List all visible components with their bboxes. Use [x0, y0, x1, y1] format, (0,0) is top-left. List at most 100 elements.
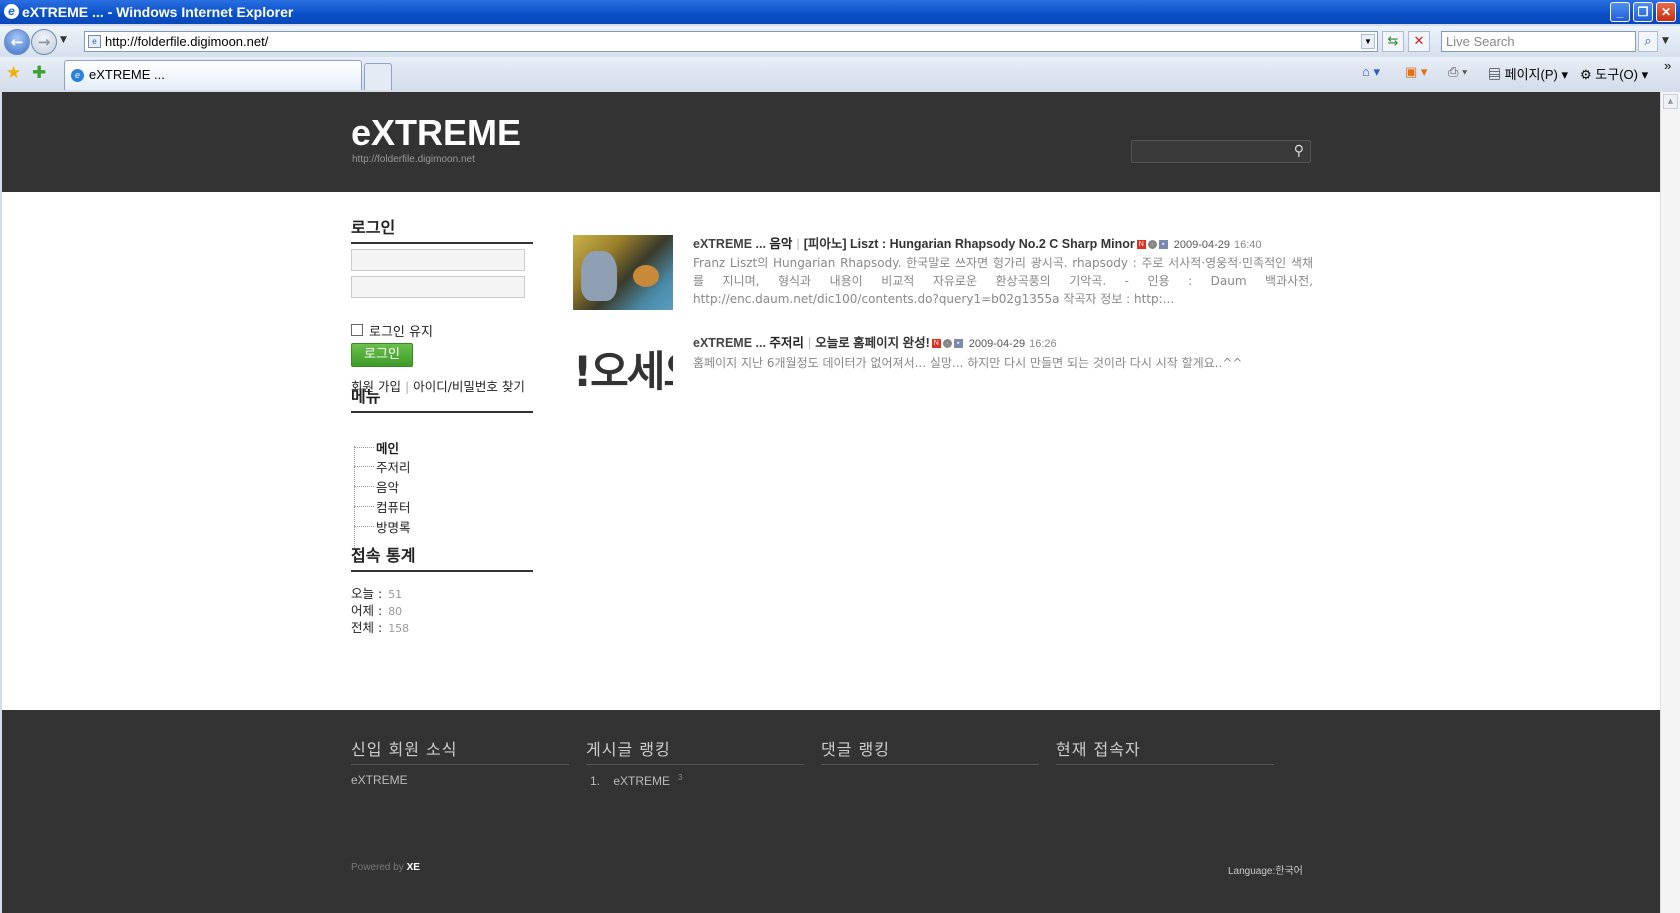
- post-category[interactable]: 음악: [769, 237, 792, 251]
- image-attached-icon: ·: [1147, 240, 1157, 250]
- post-date: 2009-04-29: [968, 338, 1026, 350]
- new-tab-button[interactable]: [364, 63, 392, 90]
- powered-prefix: Powered by: [351, 862, 404, 873]
- page-menu-icon: ▤: [1488, 67, 1505, 82]
- title-bar: e eXTREME ... - Windows Internet Explore…: [0, 0, 1680, 24]
- ie-icon: e: [4, 4, 19, 19]
- cartoon-cat-shape: [581, 251, 617, 301]
- post-title-link[interactable]: 오늘로 홈페이지 완성!: [815, 336, 930, 350]
- site-search-input[interactable]: ⚲: [1131, 140, 1311, 163]
- minimize-button[interactable]: _: [1610, 2, 1630, 22]
- back-button[interactable]: ←: [4, 29, 30, 55]
- print-icon[interactable]: ⎙ ▾: [1448, 64, 1467, 80]
- scroll-up-icon[interactable]: ▲: [1663, 94, 1678, 109]
- post-time: 16:40: [1234, 239, 1262, 251]
- online-users-title: 현재 접속자: [1056, 736, 1274, 765]
- post-thumbnail[interactable]: !오세오: [573, 334, 673, 409]
- tab-label: eXTREME ...: [89, 67, 165, 82]
- post-thumbnail[interactable]: [573, 235, 673, 310]
- rank-count: 3: [678, 773, 683, 782]
- post-date: 2009-04-29: [1173, 239, 1231, 251]
- site-title[interactable]: eXTREME: [351, 112, 521, 154]
- thumbnail-text: !오세오: [573, 347, 673, 396]
- menu-connector: [354, 486, 374, 487]
- post-title-link[interactable]: [피아노] Liszt : Hungarian Rhapsody No.2 C …: [804, 237, 1135, 251]
- menu-title: 메뉴: [351, 383, 533, 413]
- file-attached-icon: ▪: [1158, 240, 1168, 250]
- live-search-placeholder: Live Search: [1446, 34, 1515, 49]
- new-badge-icon: N: [931, 339, 941, 349]
- address-dropdown-icon[interactable]: ▼: [1361, 34, 1375, 49]
- menu-connector: [354, 526, 374, 527]
- language-selector[interactable]: Language:한국어: [1228, 862, 1303, 877]
- stat-value: 158: [388, 622, 410, 635]
- rank-number: 1.: [590, 774, 601, 788]
- file-attached-icon: ▪: [953, 339, 963, 349]
- tab-bar: ★ ✚ e eXTREME ... ⌂ ▾ ▣ ▾ ⎙ ▾ ▤ 페이지(P) ▾…: [0, 57, 1680, 90]
- tools-menu-label: 도구(O): [1595, 67, 1638, 82]
- feeds-icon[interactable]: ▣ ▾: [1405, 64, 1427, 80]
- history-dropdown-icon[interactable]: ▼: [60, 35, 67, 45]
- gear-icon: ⚙: [1580, 67, 1596, 82]
- stats-title: 접속 통계: [351, 542, 533, 572]
- post-ranking-item[interactable]: 1. eXTREME 3: [590, 773, 683, 788]
- chevron-more-icon[interactable]: »: [1664, 58, 1671, 73]
- keep-login-label: 로그인 유지: [369, 325, 433, 340]
- menu-item-main[interactable]: 메인: [376, 438, 399, 457]
- keep-login-checkbox[interactable]: [351, 324, 363, 336]
- stop-button[interactable]: ✕: [1408, 31, 1430, 52]
- image-attached-icon: ·: [942, 339, 952, 349]
- cartoon-mouse-shape: [633, 265, 659, 287]
- address-toolbar: ← → ▼ e http://folderfile.digimoon.net/ …: [0, 26, 1680, 57]
- new-member-link[interactable]: eXTREME: [351, 773, 408, 787]
- menu-item-music[interactable]: 음악: [376, 477, 399, 496]
- menu-connector: [354, 506, 374, 507]
- menu-item-diary[interactable]: 주저리: [376, 457, 411, 476]
- xe-link[interactable]: XE: [407, 862, 420, 873]
- page-menu-label: 페이지(P): [1504, 67, 1558, 82]
- live-search-input[interactable]: Live Search: [1441, 31, 1636, 52]
- search-icon[interactable]: ⌕: [1638, 31, 1658, 52]
- search-options-icon[interactable]: ▼: [1662, 36, 1669, 46]
- title-divider: |: [807, 336, 812, 350]
- address-field[interactable]: e http://folderfile.digimoon.net/ ▼: [84, 31, 1378, 52]
- password-input[interactable]: [351, 276, 525, 298]
- post-ranking-title: 게시글 랭킹: [586, 736, 804, 765]
- new-members-title: 신입 회원 소식: [351, 736, 569, 765]
- post-title-row: eXTREME ... 주저리 | 오늘로 홈페이지 완성! N · ▪ 2009-04-2…: [693, 332, 1057, 351]
- site-header: eXTREME http://folderfile.digimoon.net ⚲: [2, 92, 1660, 192]
- forward-button[interactable]: →: [31, 29, 57, 55]
- menu-item-computer[interactable]: 컴퓨터: [376, 497, 411, 516]
- ie-window: e eXTREME ... - Windows Internet Explore…: [0, 0, 1680, 913]
- new-badge-icon: N: [1136, 240, 1146, 250]
- maximize-button[interactable]: ❐: [1633, 2, 1653, 22]
- home-icon[interactable]: ⌂ ▾: [1362, 64, 1380, 80]
- post-site[interactable]: eXTREME ...: [693, 237, 766, 251]
- window-title: eXTREME ... - Windows Internet Explorer: [22, 4, 294, 20]
- post-title-row: eXTREME ... 음악 | [피아노] Liszt : Hungarian R…: [693, 233, 1262, 252]
- tab-favicon-icon: e: [71, 69, 84, 82]
- tab-active[interactable]: e eXTREME ...: [64, 60, 362, 90]
- post-excerpt[interactable]: Franz Liszt의 Hungarian Rhapsody. 한국말로 쓰자…: [693, 254, 1313, 308]
- page-content: eXTREME http://folderfile.digimoon.net ⚲…: [2, 92, 1660, 913]
- post-time: 16:26: [1029, 338, 1057, 350]
- menu-item-guestbook[interactable]: 방명록: [376, 517, 411, 536]
- refresh-button[interactable]: ⇆: [1382, 31, 1404, 52]
- menu-connector: [354, 466, 374, 467]
- close-button[interactable]: ✕: [1656, 2, 1676, 22]
- stat-label: 전체 :: [351, 620, 383, 635]
- search-icon[interactable]: ⚲: [1294, 143, 1304, 159]
- address-text: http://folderfile.digimoon.net/: [105, 34, 269, 49]
- user-id-input[interactable]: [351, 249, 525, 271]
- post-excerpt[interactable]: 홈페이지 지난 6개월정도 데이터가 없어져서... 실망... 하지만 다시 …: [693, 354, 1313, 372]
- post-site[interactable]: eXTREME ...: [693, 336, 766, 350]
- menu-connector: [354, 447, 374, 448]
- login-button[interactable]: 로그인: [351, 343, 413, 367]
- favorites-star-icon[interactable]: ★: [6, 63, 21, 83]
- menu-tree-line: [354, 446, 374, 548]
- tools-menu[interactable]: ⚙ 도구(O) ▾: [1580, 64, 1648, 83]
- vertical-scrollbar[interactable]: ▲: [1660, 92, 1680, 913]
- page-menu[interactable]: ▤ 페이지(P) ▾: [1488, 64, 1568, 83]
- add-favorites-icon[interactable]: ✚: [32, 63, 46, 83]
- post-category[interactable]: 주저리: [769, 336, 804, 350]
